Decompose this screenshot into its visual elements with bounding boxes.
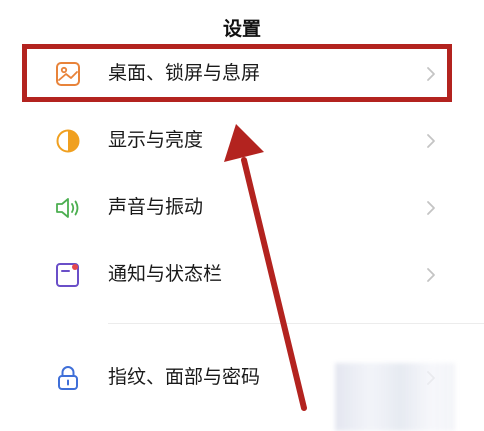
settings-item-label: 声音与振动 xyxy=(108,196,204,218)
chevron-right-icon xyxy=(424,64,438,84)
chevron-right-icon xyxy=(424,368,438,388)
settings-item-label: 指纹、面部与密码 xyxy=(108,366,261,388)
wallpaper-icon xyxy=(54,60,82,88)
settings-item-sound-vibration[interactable]: 声音与振动 xyxy=(0,178,484,236)
section-divider xyxy=(108,323,484,324)
settings-item-label: 通知与状态栏 xyxy=(108,263,223,285)
speaker-icon xyxy=(54,194,82,222)
settings-item-label: 桌面、锁屏与息屏 xyxy=(108,62,261,84)
settings-screen: 设置 桌面、锁屏与息屏 显示与亮度 声音与振动 通知与状态栏 指纹、面部与密码 xyxy=(0,0,484,431)
settings-item-desktop-lockscreen[interactable]: 桌面、锁屏与息屏 xyxy=(0,44,484,102)
settings-item-display-brightness[interactable]: 显示与亮度 xyxy=(0,111,484,169)
chevron-right-icon xyxy=(424,265,438,285)
chevron-right-icon xyxy=(424,198,438,218)
lock-icon xyxy=(54,364,82,392)
notification-icon xyxy=(54,261,82,289)
settings-item-label: 显示与亮度 xyxy=(108,129,204,151)
chevron-right-icon xyxy=(424,131,438,151)
settings-item-notification-statusbar[interactable]: 通知与状态栏 xyxy=(0,245,484,303)
page-title: 设置 xyxy=(222,18,261,40)
settings-item-fingerprint-face-password[interactable]: 指纹、面部与密码 xyxy=(0,348,484,406)
brightness-icon xyxy=(54,127,82,155)
